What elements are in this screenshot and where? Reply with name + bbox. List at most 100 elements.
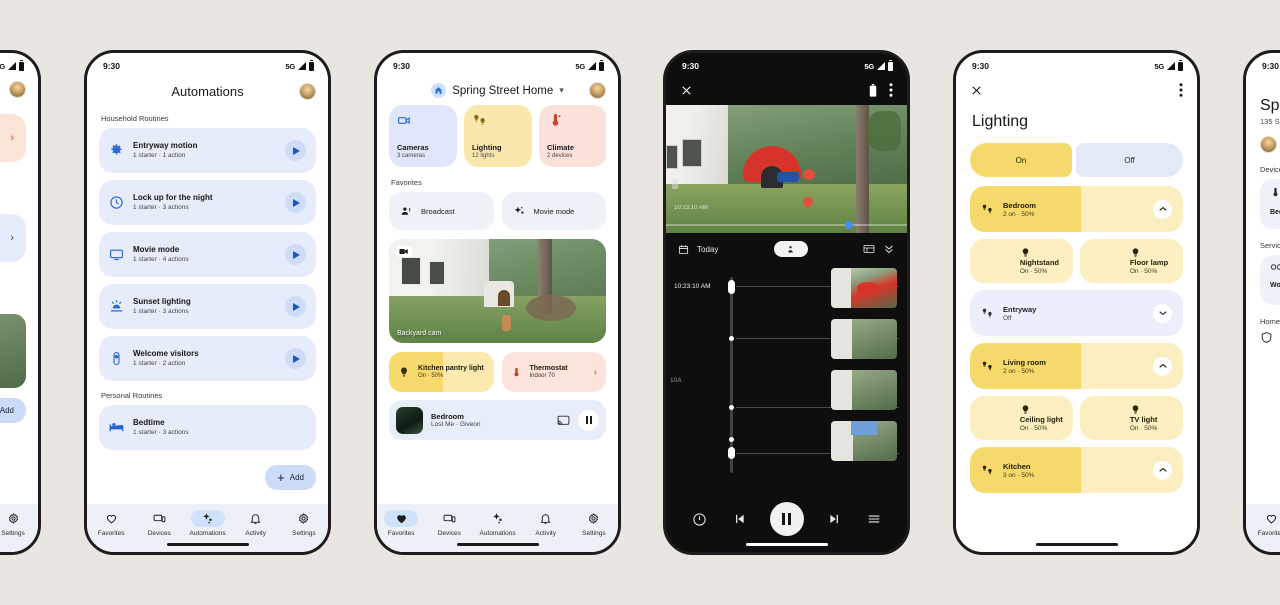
group-name: Living room	[1003, 357, 1046, 367]
media-card-bedroom[interactable]: Bedroom Lost Me · Giveon	[389, 400, 606, 440]
routine-row[interactable]: Sunset lighting 1 starter · 3 actions	[99, 284, 316, 329]
avatar[interactable]	[589, 82, 606, 99]
nav-item-activity[interactable]: Activity	[232, 510, 280, 537]
shield-icon[interactable]	[1260, 331, 1273, 344]
next-icon[interactable]	[828, 512, 842, 526]
routine-row[interactable]: Lock up for the night 1 starter · 3 acti…	[99, 180, 316, 225]
light-tv-light[interactable]: TV light On · 50%	[1080, 396, 1183, 440]
avatar[interactable]	[9, 81, 26, 98]
light-sub: On · 50%	[1129, 268, 1158, 275]
toggle-on[interactable]: On	[970, 143, 1072, 177]
tile-thermostat[interactable]: Thermostat Indoor 70 ›	[501, 352, 606, 392]
play-icon	[293, 354, 300, 363]
nav-item-favorites[interactable]: Favorites	[1246, 510, 1280, 537]
toggle-off[interactable]: Off	[1076, 143, 1183, 177]
close-icon[interactable]	[680, 84, 693, 97]
calendar-icon[interactable]	[678, 244, 689, 255]
prev-icon[interactable]	[732, 512, 746, 526]
card-partial-1[interactable]: ›	[0, 114, 26, 162]
date-label[interactable]: Today	[697, 245, 718, 254]
avatar[interactable]	[299, 83, 317, 100]
add-button[interactable]: + Add	[0, 398, 26, 423]
nav-item-devices[interactable]: Devices	[425, 510, 473, 537]
media-subtitle: Lost Me · Giveon	[431, 421, 481, 428]
play-button[interactable]	[285, 296, 306, 317]
nav-item-settings[interactable]: Settings	[570, 510, 618, 537]
light-nightstand[interactable]: Nightstand On · 50%	[970, 239, 1073, 283]
tile-kitchen-pantry-light[interactable]: Kitchen pantry light On · 50%	[389, 352, 494, 392]
light-group-entryway[interactable]: Entryway Off	[970, 290, 1183, 336]
device-card[interactable]: Bedroom thermostat	[1260, 179, 1280, 229]
nav-item-favorites[interactable]: Favorites	[377, 510, 425, 537]
more-vert-icon[interactable]	[889, 83, 893, 97]
camera-live-view[interactable]: 10:23:10 AM	[666, 105, 907, 233]
chevron-down-icon[interactable]: ▾	[559, 85, 564, 96]
routine-row[interactable]: Entryway motion 1 starter · 1 action	[99, 128, 316, 173]
nav-item-settings[interactable]: Settings	[280, 510, 328, 537]
more-vert-icon[interactable]	[1179, 83, 1183, 97]
tv-icon	[110, 249, 123, 261]
nav-item-automations[interactable]: Automations	[473, 510, 521, 537]
event-thumbnail[interactable]	[831, 268, 897, 308]
person-filter-button[interactable]	[773, 241, 808, 257]
add-automation-button[interactable]: + Add	[265, 465, 316, 490]
routine-meta: 1 starter · 4 actions	[133, 255, 189, 263]
avatar[interactable]	[1260, 136, 1277, 153]
collapse-icon[interactable]	[883, 244, 895, 254]
card-partial-2[interactable]: ›	[0, 214, 26, 262]
nav-item-devices[interactable]: Devices	[135, 510, 183, 537]
nav-label: Devices	[437, 530, 461, 537]
light-sub: On · 50%	[1019, 425, 1048, 432]
routine-row[interactable]: Movie mode 1 starter · 4 actions	[99, 232, 316, 277]
play-button[interactable]	[285, 192, 306, 213]
nav-item-favorites[interactable]: Favorites	[87, 510, 135, 537]
status-bar: 9:30 5G	[0, 53, 38, 75]
list-icon[interactable]	[863, 244, 875, 254]
event-thumbnail[interactable]	[831, 319, 897, 359]
category-cameras[interactable]: Cameras 3 cameras	[389, 105, 457, 167]
event-thumbnail[interactable]	[831, 370, 897, 410]
menu-icon[interactable]	[867, 513, 881, 525]
bulbs-icon	[982, 465, 992, 474]
nav-item-automations[interactable]: Automations	[183, 510, 231, 537]
event-timeline[interactable]: 10:23:10 AM 10A	[666, 265, 907, 483]
favorite-broadcast[interactable]: Broadcast	[389, 192, 494, 230]
expand-button[interactable]	[1153, 303, 1172, 323]
pause-button[interactable]	[769, 502, 804, 536]
pause-button[interactable]	[578, 409, 599, 431]
category-climate[interactable]: Climate 2 devices	[539, 105, 606, 167]
light-floor-lamp[interactable]: Floor lamp On · 50%	[1080, 239, 1183, 283]
light-ceiling-light[interactable]: Ceiling light On · 50%	[970, 396, 1073, 440]
play-button[interactable]	[285, 140, 306, 161]
video-scrubber[interactable]	[666, 224, 907, 226]
scrubber-handle[interactable]	[845, 221, 853, 229]
info-icon[interactable]	[692, 512, 707, 527]
event-thumbnail[interactable]	[831, 421, 897, 461]
routine-row[interactable]: Bedtime 1 starter · 3 actions	[99, 405, 316, 450]
cast-icon[interactable]	[557, 415, 570, 426]
status-network: 5G	[864, 61, 874, 71]
play-button[interactable]	[285, 244, 306, 265]
camera-feed-card[interactable]: Backyard cam	[389, 239, 606, 343]
nav-item-activity[interactable]: Activity	[522, 510, 570, 537]
favorite-movie-mode[interactable]: Movie mode	[501, 192, 606, 230]
collapse-button[interactable]	[1153, 356, 1172, 376]
play-button[interactable]	[285, 348, 306, 369]
group-sub: 2 on · 50%	[1003, 367, 1035, 375]
bottom-nav: Favorites	[1246, 504, 1280, 552]
bulb-icon	[1022, 405, 1029, 414]
collapse-button[interactable]	[1153, 460, 1172, 480]
close-icon[interactable]	[970, 84, 983, 97]
light-group-kitchen[interactable]: Kitchen 3 on · 50%	[970, 447, 1183, 493]
camera-thumb-partial[interactable]	[0, 314, 26, 388]
light-group-living-room[interactable]: Living room 2 on · 50%	[970, 343, 1183, 389]
routine-row[interactable]: Welcome visitors 1 starter · 2 action	[99, 336, 316, 381]
camera-app-bar	[666, 75, 907, 105]
category-lighting[interactable]: Lighting 12 lights	[464, 105, 532, 167]
gear-icon	[111, 144, 122, 155]
collapse-button[interactable]	[1153, 199, 1172, 219]
battery-icon[interactable]	[869, 83, 877, 97]
sidebar-item-settings[interactable]: Settings	[0, 510, 38, 537]
light-group-bedroom[interactable]: Bedroom 2 on · 50%	[970, 186, 1183, 232]
service-card[interactable]: Works with Google	[1260, 255, 1280, 305]
